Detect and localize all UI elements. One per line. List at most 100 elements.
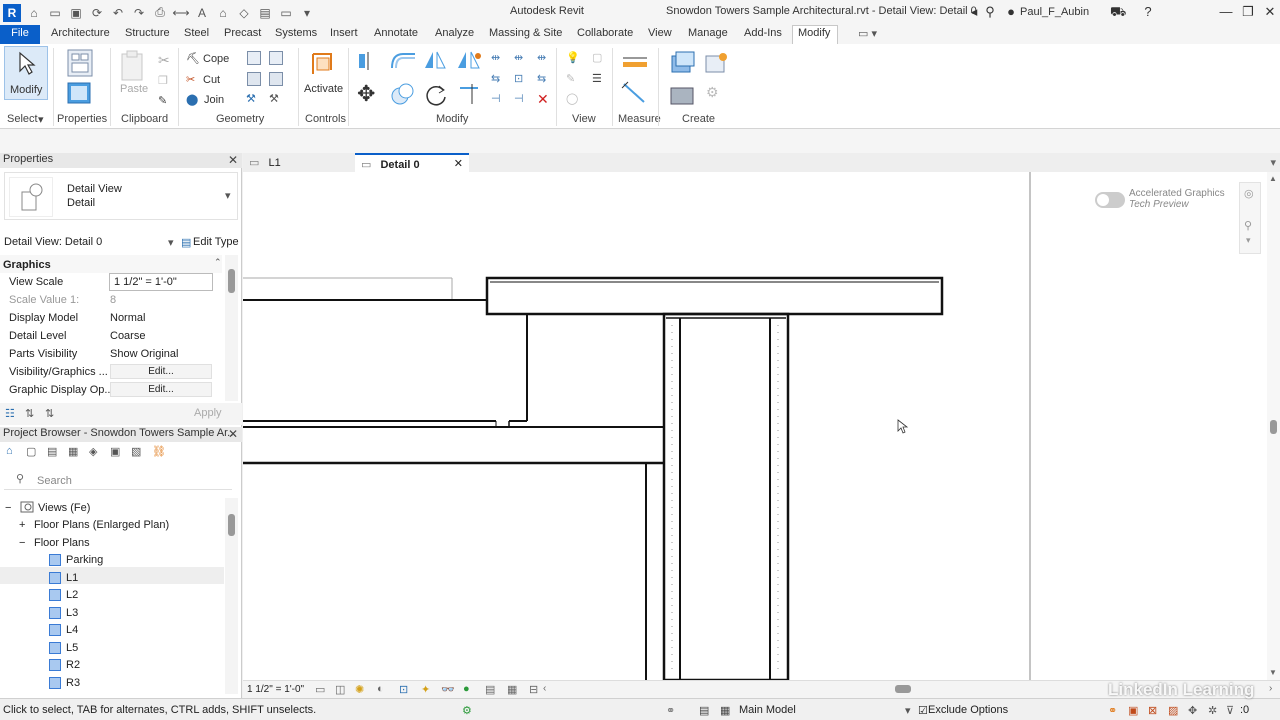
browser-sheet-icon[interactable]: ▤ — [47, 445, 57, 458]
scrollbar-thumb[interactable] — [228, 269, 235, 293]
unpin-icon[interactable]: ⇹ — [537, 51, 546, 64]
paste-label[interactable]: Paste — [120, 83, 148, 95]
scroll-down-icon[interactable]: ▼ — [1269, 668, 1277, 677]
home-icon[interactable]: ⌂ — [6, 445, 13, 457]
search-input[interactable]: Search — [37, 475, 72, 487]
browser-scrollbar[interactable] — [225, 498, 238, 694]
select-panel-label[interactable]: Select — [7, 113, 38, 125]
visual-style-icon[interactable]: ◫ — [335, 683, 345, 696]
chevron-down-icon[interactable]: ▾ — [225, 189, 231, 202]
tabs-dropdown-icon[interactable]: ▾ — [1270, 156, 1276, 169]
tab-add-ins[interactable]: Add-Ins — [744, 27, 782, 39]
drag-elements-icon[interactable]: ✥ — [1188, 704, 1197, 717]
select-pinned-icon[interactable]: ⊠ — [1148, 704, 1157, 717]
linework-view-icon[interactable]: ✎ — [566, 72, 575, 85]
tab-file[interactable]: File — [0, 25, 40, 44]
edit-visibility-button[interactable]: Edit... — [110, 364, 212, 379]
scroll-right-icon[interactable]: › — [1269, 683, 1272, 694]
tree-item-l3[interactable]: L3 — [66, 607, 78, 619]
3d-view-icon[interactable]: ⌂ — [215, 5, 231, 21]
delete-icon[interactable]: ✕ — [537, 91, 549, 108]
edit-graphic-display-button[interactable]: Edit... — [110, 382, 212, 397]
tree-item-l2[interactable]: L2 — [66, 589, 78, 601]
tab-insert[interactable]: Insert — [330, 27, 358, 39]
graphics-section-header[interactable]: Graphics ⌃ — [0, 255, 222, 273]
background-process-icon[interactable]: ✲ — [1208, 704, 1217, 717]
scrollbar-thumb[interactable] — [228, 514, 235, 536]
tree-toggle-icon[interactable]: − — [5, 502, 11, 514]
copy-clip-icon[interactable]: ❐ — [158, 74, 168, 87]
cut-icon[interactable]: ✂ — [186, 73, 195, 86]
pin-icon[interactable]: ⇆ — [537, 72, 546, 85]
prop-row-display-model[interactable]: Display Model Normal — [0, 309, 222, 327]
close-icon[interactable]: ✕ — [228, 427, 238, 441]
match-type-icon[interactable]: ✎ — [158, 94, 167, 107]
select-links-icon[interactable]: ⚭ — [1108, 704, 1117, 717]
tab-precast[interactable]: Precast — [224, 27, 261, 39]
tab-collaborate[interactable]: Collaborate — [577, 27, 633, 39]
redo-icon[interactable]: ↷ — [131, 5, 147, 21]
tab-systems[interactable]: Systems — [275, 27, 317, 39]
scrollbar-thumb[interactable] — [1270, 420, 1277, 434]
accelerated-graphics-toggle[interactable] — [1095, 192, 1125, 208]
offset-icon[interactable] — [389, 50, 417, 72]
collapse-icon[interactable]: ⌃ — [214, 257, 222, 268]
worksharing-status-icon[interactable]: ⚙ — [462, 704, 472, 717]
browser-organize-icon[interactable]: ▢ — [26, 445, 36, 458]
type-selector[interactable]: Detail View Detail ▾ — [4, 172, 238, 220]
tab-massing-site[interactable]: Massing & Site — [489, 27, 562, 39]
tree-item-l5[interactable]: L5 — [66, 642, 78, 654]
thin-lines-icon[interactable]: ☰ — [592, 72, 602, 85]
text-icon[interactable]: A — [194, 5, 210, 21]
instance-dropdown-icon[interactable]: ▾ — [168, 236, 174, 249]
measure-icon[interactable]: ⟷ — [172, 5, 189, 21]
split-gap-icon[interactable]: ⇹ — [514, 51, 523, 64]
linework-icon[interactable]: ⚒ — [246, 92, 256, 105]
create-group-icon[interactable] — [668, 82, 696, 108]
drawing-canvas[interactable]: Accelerated Graphics Tech Preview ◎ ⚲ ▾ — [243, 172, 1267, 680]
align-icon[interactable] — [356, 50, 378, 72]
tree-item-r2[interactable]: R2 — [66, 659, 80, 671]
tree-toggle-icon[interactable]: + — [19, 519, 25, 531]
analysis-icon[interactable]: ▦ — [507, 683, 517, 696]
filter-icon[interactable]: ⊽ — [1226, 704, 1234, 717]
join-icon[interactable]: ⬤ — [186, 93, 198, 106]
array-icon[interactable]: ⇆ — [491, 72, 500, 85]
select-underlay-icon[interactable]: ▣ — [1128, 704, 1138, 717]
override-icon[interactable]: ▢ — [592, 51, 602, 64]
select-by-face-icon[interactable]: ▨ — [1168, 704, 1178, 717]
restore-icon[interactable]: ❐ — [1240, 4, 1256, 20]
prop-row-detail-level[interactable]: Detail Level Coarse — [0, 327, 222, 345]
join-label[interactable]: Join — [204, 94, 224, 106]
create-parts-icon[interactable] — [702, 50, 730, 76]
browser-search[interactable]: ⚲ Search — [4, 470, 232, 490]
design-options-icon[interactable]: ⚭ — [666, 704, 675, 717]
browser-chain-icon[interactable]: ⛓ — [152, 445, 166, 458]
save-icon[interactable]: ▣ — [68, 5, 84, 21]
create-assembly-icon[interactable] — [668, 50, 696, 76]
user-name[interactable]: Paul_F_Aubin — [1020, 6, 1089, 18]
categorized-icon[interactable]: ☷ — [5, 407, 15, 420]
extend-single-icon[interactable]: ⊣ — [491, 92, 501, 105]
constraints-icon[interactable]: ⊟ — [529, 683, 538, 696]
horizontal-scroll-thumb[interactable] — [895, 685, 911, 693]
revit-logo[interactable]: R — [3, 3, 21, 22]
dimension-icon[interactable] — [620, 80, 650, 106]
cope-icon[interactable]: ⛏ — [186, 52, 200, 65]
cope-label[interactable]: Cope — [203, 53, 229, 65]
browser-schedule-icon[interactable]: ▦ — [68, 445, 78, 458]
prop-row-parts-visibility[interactable]: Parts Visibility Show Original — [0, 345, 222, 363]
view-scale-input[interactable]: 1 1/2" = 1'-0" — [109, 273, 213, 291]
tab-manage[interactable]: Manage — [688, 27, 728, 39]
scroll-left-icon[interactable]: ‹ — [543, 683, 546, 694]
close-icon[interactable]: ✕ — [1262, 4, 1278, 20]
user-icon[interactable]: ● — [1003, 4, 1019, 20]
cut-label[interactable]: Cut — [203, 74, 220, 86]
sync-icon[interactable]: ⟳ — [89, 5, 105, 21]
wall-joins-icon[interactable] — [247, 72, 261, 86]
tab-steel[interactable]: Steel — [184, 27, 209, 39]
mirror-axis-icon[interactable] — [423, 48, 447, 72]
browser-group-icon[interactable]: ▣ — [110, 445, 120, 458]
hammer-icon[interactable]: ⚒ — [269, 92, 279, 105]
create-similar-icon[interactable]: ⚙ — [706, 84, 719, 101]
